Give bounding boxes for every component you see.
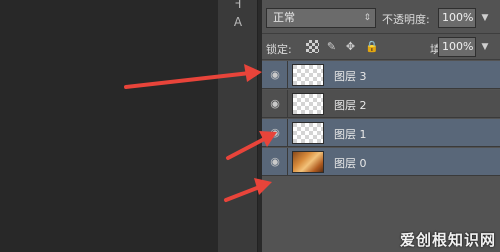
blend-opacity-row: 正常 ⇕ 不透明度: 100% ▼: [262, 0, 500, 34]
tool-icon-top[interactable]: ꟻ: [230, 0, 246, 12]
padlock-icon[interactable]: 🔒: [365, 40, 379, 53]
tool-strip: ꟻ A: [218, 0, 258, 252]
layer-thumbnail: [292, 93, 324, 115]
layer-row[interactable]: ◉ 图层 3: [262, 61, 500, 89]
blend-mode-value: 正常: [273, 11, 295, 24]
divider: [287, 61, 288, 89]
blend-mode-select[interactable]: 正常 ⇕: [266, 8, 376, 28]
fill-value: 100%: [442, 40, 474, 53]
eye-icon[interactable]: ◉: [268, 126, 282, 140]
fill-input[interactable]: 100%: [438, 37, 476, 57]
brush-icon[interactable]: ✎: [325, 40, 338, 53]
layer-name: 图层 1: [334, 128, 367, 141]
eye-icon[interactable]: ◉: [268, 155, 282, 169]
move-icon[interactable]: ✥: [344, 40, 357, 53]
lock-fill-row: 锁定: ✎ ✥ 🔒 填充: 100% ▼: [262, 34, 500, 60]
fill-dropdown-icon[interactable]: ▼: [478, 37, 492, 57]
layer-thumbnail: [292, 64, 324, 86]
divider: [287, 148, 288, 176]
character-panel-icon[interactable]: A: [230, 14, 246, 30]
layer-thumbnail: [292, 122, 324, 144]
layer-thumbnail-photo: [292, 151, 324, 173]
empty-layer-area: 爱创根知识网: [262, 179, 500, 252]
layer-name: 图层 2: [334, 99, 367, 112]
lock-label: 锁定:: [266, 43, 292, 56]
eye-icon[interactable]: ◉: [268, 68, 282, 82]
divider: [287, 119, 288, 147]
layers-panel: 正常 ⇕ 不透明度: 100% ▼ 锁定: ✎ ✥ 🔒 填充: 100% ▼ ◉…: [262, 0, 500, 252]
opacity-dropdown-icon[interactable]: ▼: [478, 8, 492, 28]
layer-row[interactable]: ◉ 图层 2: [262, 90, 500, 118]
opacity-input[interactable]: 100%: [438, 8, 476, 28]
canvas-area: [0, 0, 218, 252]
layer-name: 图层 0: [334, 157, 367, 170]
layer-row[interactable]: ◉ 图层 0: [262, 148, 500, 176]
chevron-updown-icon: ⇕: [363, 13, 371, 23]
layer-name: 图层 3: [334, 70, 367, 83]
layer-row[interactable]: ◉ 图层 1: [262, 119, 500, 147]
checkerboard-lock-icon[interactable]: [306, 40, 319, 53]
divider: [287, 90, 288, 118]
watermark: 爱创根知识网: [399, 231, 496, 249]
opacity-value: 100%: [442, 11, 474, 24]
eye-icon[interactable]: ◉: [268, 97, 282, 111]
opacity-label: 不透明度:: [382, 13, 430, 26]
